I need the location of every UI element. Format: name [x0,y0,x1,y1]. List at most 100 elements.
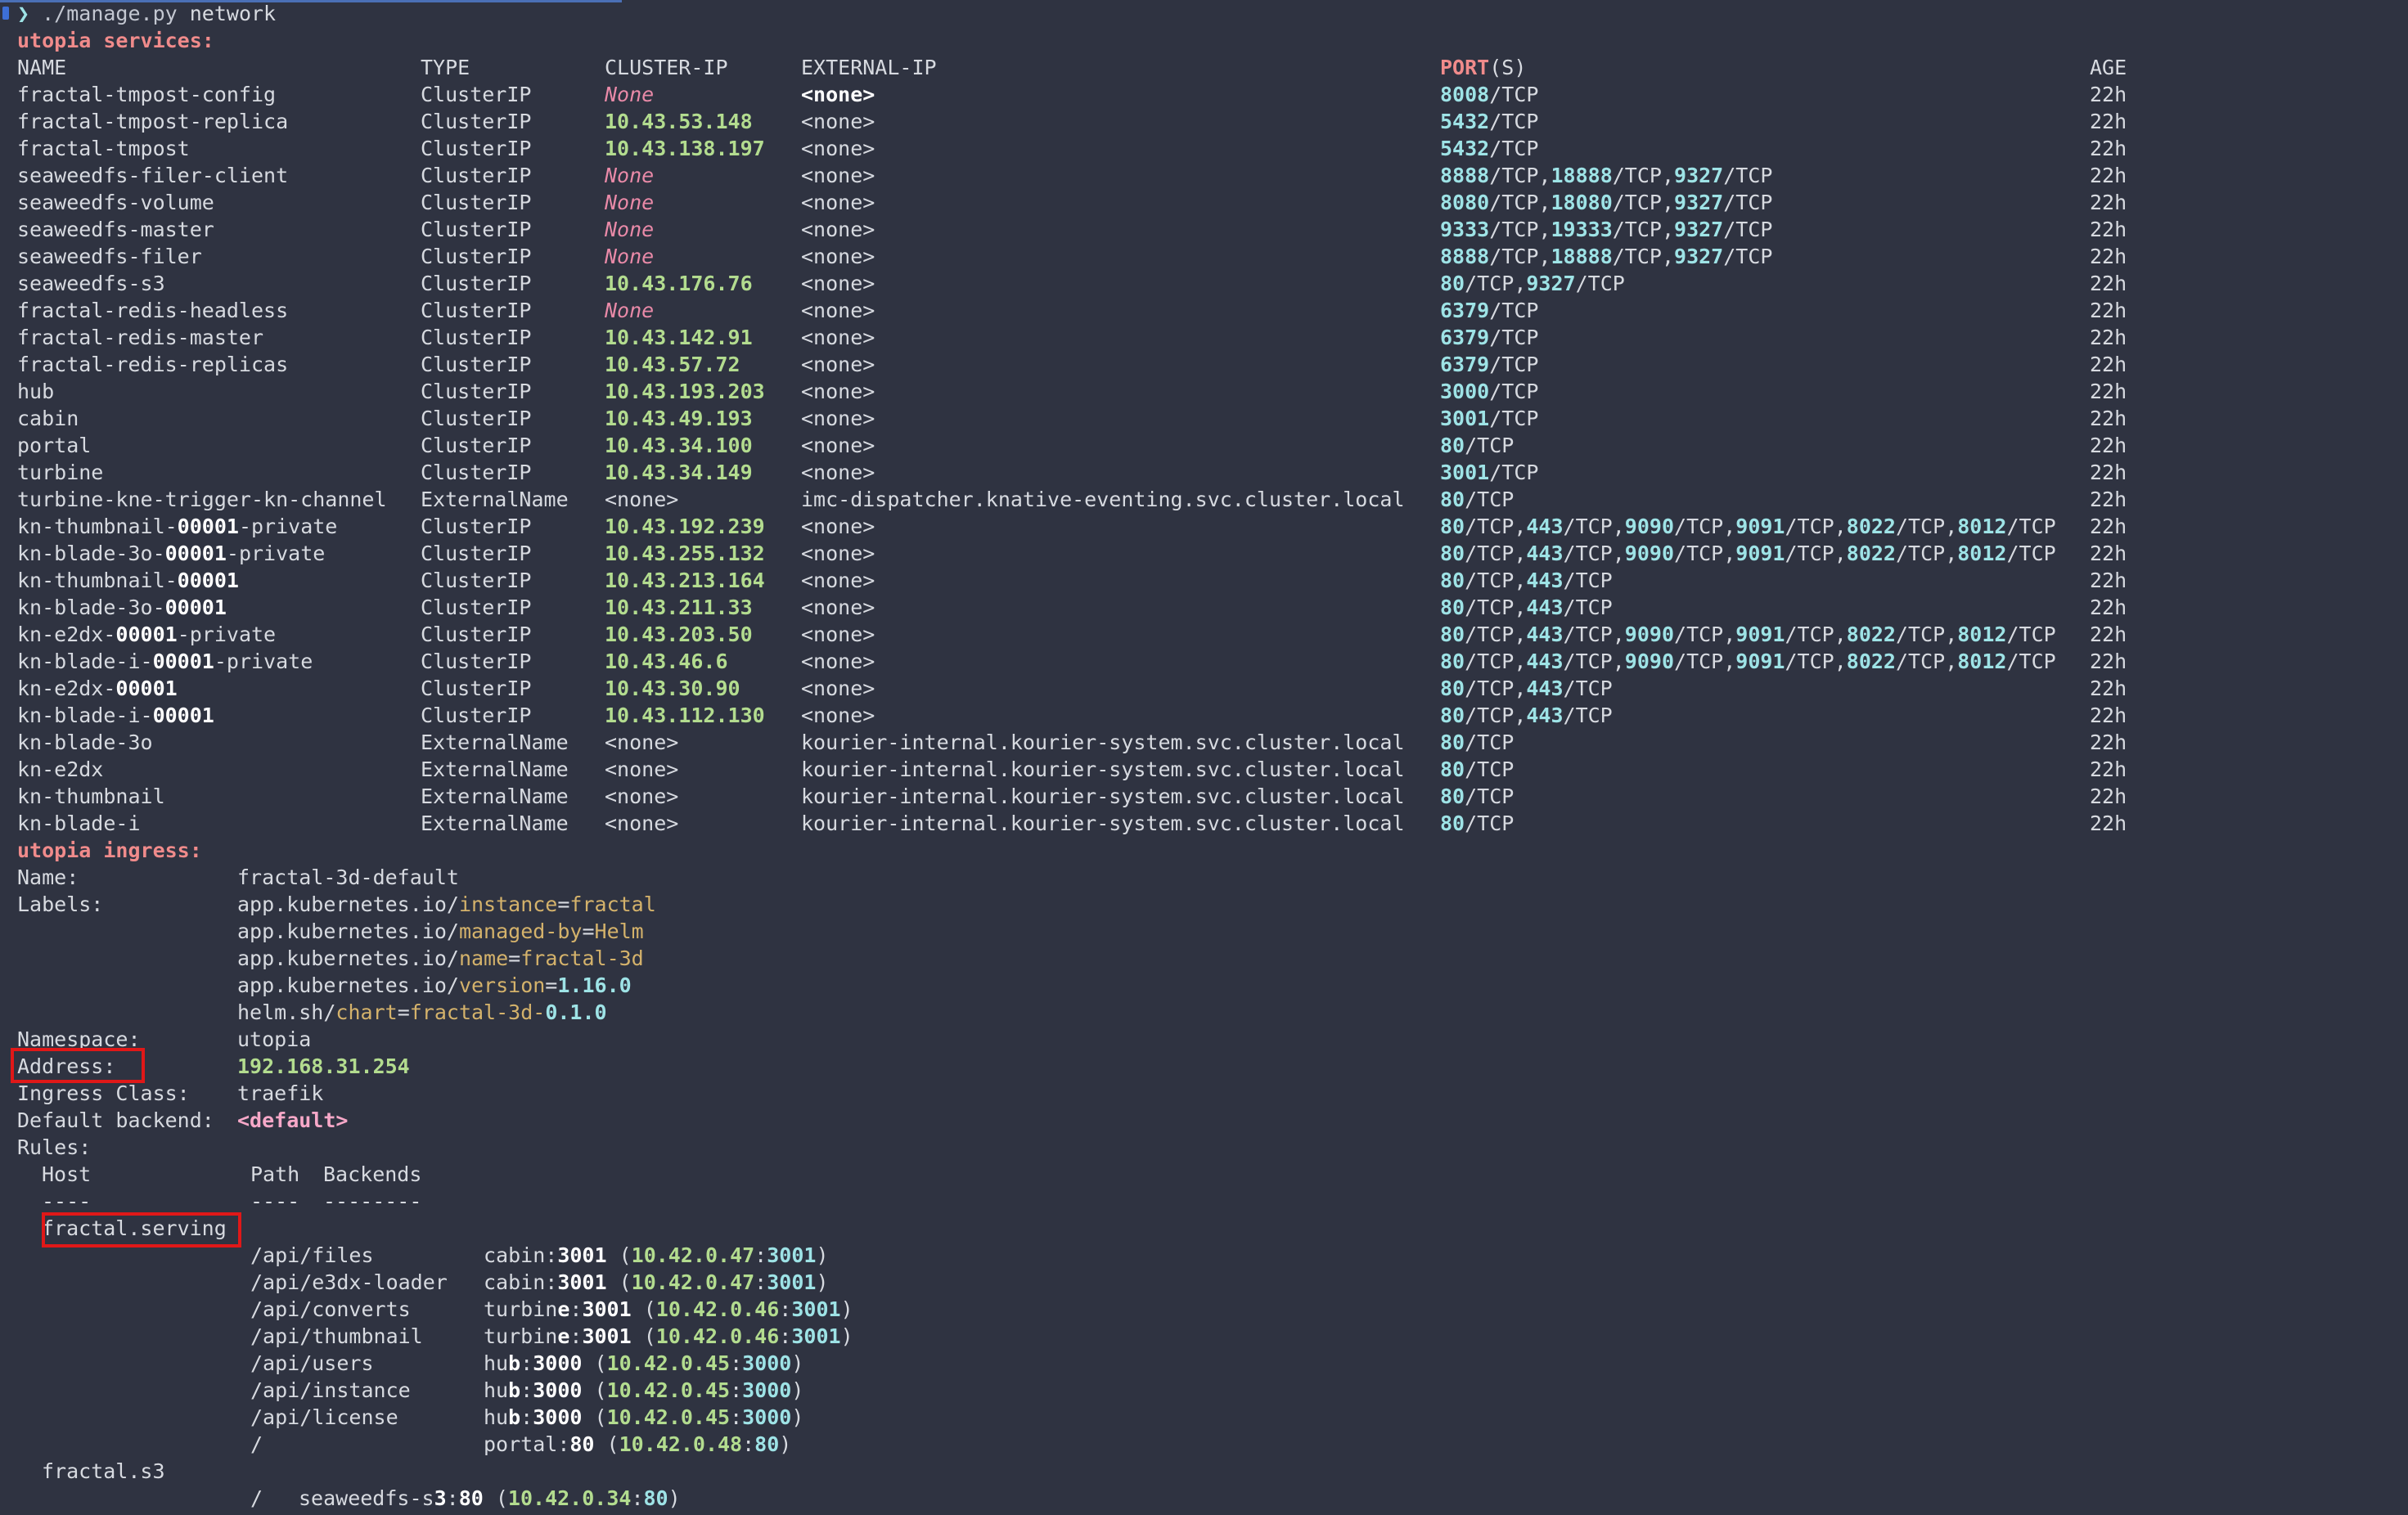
service-name: fractal-tmpost-replica [17,110,289,133]
backend-ip-port: 80 [643,1486,668,1510]
backend-ip: 10.42.0.34 [507,1486,632,1510]
external-ip-cell: <none> [801,189,875,216]
port-text: /TCP [1465,784,1515,808]
ports-cell: 80/TCP [1440,729,1514,756]
external-ip-value: kourier-internal.kourier-system.svc.clus… [801,731,1405,754]
rule-path-value: /api/thumbnail [250,1324,423,1348]
backend-sep: : [742,1432,755,1456]
cluster-ip-value: 10.43.255.132 [605,542,765,565]
port-text: /TCP, [1895,515,1958,538]
backend-service: turbin [484,1297,558,1321]
rule-path-value: /api/e3dx-loader [250,1270,448,1294]
column-header: Host [42,1162,92,1186]
service-type: ClusterIP [421,164,532,187]
rule-path: / [250,1485,263,1512]
external-ip-cell: <none> [801,459,875,486]
port-text: /TCP, [1674,515,1736,538]
age-cell: 22h [2090,621,2127,648]
port-number: 8012 [1957,515,2007,538]
port-text: /TCP, [1563,515,1625,538]
service-name-cell: kn-thumbnail [17,783,165,810]
port-number: 8022 [1846,515,1896,538]
service-age: 22h [2090,110,2127,133]
service-type: ClusterIP [421,434,532,457]
backend-sep: : [569,1297,583,1321]
service-type-cell: ClusterIP [421,567,531,594]
backend-sep: : [520,1378,533,1402]
port-number: 9090 [1624,515,1675,538]
service-age: 22h [2090,191,2127,214]
cluster-ip-cell: None [605,243,654,270]
backend-port: 3001 [557,1243,607,1267]
port-number: 80 [1440,569,1465,592]
cluster-ip-none: None [605,245,655,268]
rule-host-name: fractal.s3 [42,1459,165,1483]
cluster-ip-value: 10.43.142.91 [605,326,753,349]
cluster-ip-value: 10.43.213.164 [605,569,765,592]
address-highlight-box [11,1048,145,1083]
ports-cell: 3000/TCP [1440,378,1538,405]
service-name-cell: kn-e2dx [17,756,103,783]
service-type-cell: ClusterIP [421,702,531,729]
service-name-cell: kn-blade-i [17,810,141,837]
external-ip-cell: <none> [801,378,875,405]
backend-sep: : [779,1297,792,1321]
port-number: 443 [1526,704,1564,727]
service-type: ExternalName [421,488,569,511]
service-type: ExternalName [421,811,569,835]
port-number: 8888 [1440,164,1490,187]
backend-service-tail: e [557,1297,570,1321]
service-name: fractal-redis-headless [17,299,289,322]
port-text: /TCP, [1674,542,1736,565]
field-label: Labels: [17,892,104,916]
port-text: /TCP [1489,137,1539,160]
cluster-ip-cell: <none> [605,729,678,756]
port-number: 6379 [1440,326,1490,349]
service-type-cell: ClusterIP [421,594,531,621]
service-type: ClusterIP [421,515,532,538]
service-name-cell: kn-blade-3o [17,729,153,756]
port-text: /TCP, [1489,164,1551,187]
external-ip-value: <none> [801,191,875,214]
age-cell: 22h [2090,216,2127,243]
service-name-part: kn-blade-i- [17,650,153,673]
cluster-ip-cell: 10.43.57.72 [605,351,740,378]
service-age: 22h [2090,731,2127,754]
service-type-cell: ClusterIP [421,351,531,378]
backend-ip-port: 80 [754,1432,780,1456]
service-age: 22h [2090,569,2127,592]
service-revision: 00001 [177,515,239,538]
backend-sep: : [545,1243,558,1267]
port-number: 80 [1440,596,1465,619]
port-text: /TCP [1465,488,1515,511]
backend-ip: 10.42.0.46 [655,1324,780,1348]
port-text: /TCP, [1895,650,1958,673]
external-ip-value: <none> [801,218,875,241]
service-type: ClusterIP [421,542,532,565]
external-ip-cell: <none> [801,81,875,108]
service-name-cell: kn-blade-i-00001-private [17,648,313,675]
service-age: 22h [2090,758,2127,781]
port-text: /TCP [1489,353,1539,376]
service-type-cell: ExternalName [421,729,569,756]
ports-cell: 80/TCP,443/TCP,9090/TCP,9091/TCP,8022/TC… [1440,540,2056,567]
backend-ip-port: 3001 [791,1297,841,1321]
service-type-cell: ClusterIP [421,216,531,243]
external-ip-cell: <none> [801,648,875,675]
rules-backends-header: Backends [323,1161,421,1188]
service-name-part: -private [214,650,313,673]
cluster-ip-value: 10.43.112.130 [605,704,765,727]
rule-path: /api/license [250,1404,398,1431]
external-ip-cell: <none> [801,108,875,135]
service-age: 22h [2090,218,2127,241]
label-eq: = [545,973,558,997]
cluster-ip-cell: <none> [605,783,678,810]
backend-sep: : [557,1432,570,1456]
external-ip-value: <none> [801,677,875,700]
divider: ---- [42,1189,92,1213]
section-title: utopia services: [17,29,214,52]
backend-sep: : [545,1270,558,1294]
column-header: PORT [1440,56,1490,79]
service-name-part: kn-thumbnail- [17,569,178,592]
service-name: seaweedfs-volume [17,191,214,214]
